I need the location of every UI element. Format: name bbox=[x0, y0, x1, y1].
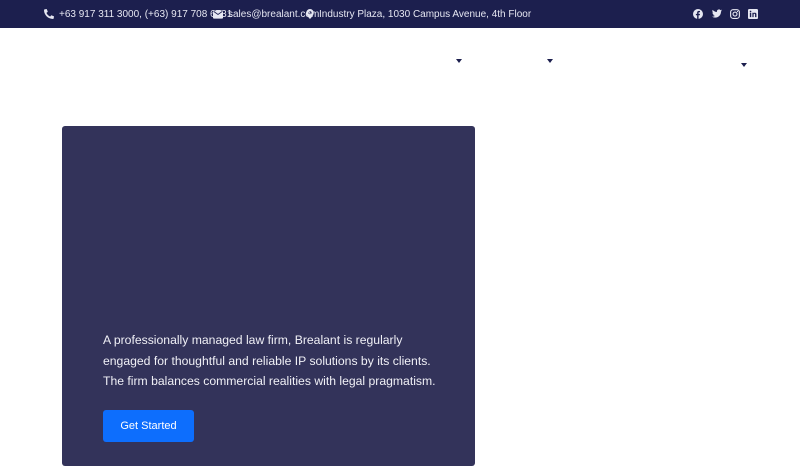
main-navigation bbox=[0, 28, 800, 98]
top-contact-bar: +63 917 311 3000, (+63) 917 708 6731 sal… bbox=[0, 0, 800, 28]
envelope-icon bbox=[213, 9, 223, 19]
instagram-icon[interactable] bbox=[730, 9, 740, 19]
dropdown-caret-icon[interactable] bbox=[547, 59, 553, 63]
facebook-icon[interactable] bbox=[693, 9, 703, 19]
map-marker-icon bbox=[306, 9, 314, 19]
dropdown-caret-icon[interactable] bbox=[741, 63, 747, 67]
linkedin-icon[interactable] bbox=[748, 9, 758, 19]
contact-phone[interactable]: +63 917 311 3000, (+63) 917 708 6731 bbox=[44, 0, 232, 28]
office-address: Industry Plaza, 1030 Campus Avenue, 4th … bbox=[319, 8, 532, 20]
contact-email[interactable]: sales@brealant.com bbox=[213, 0, 319, 28]
get-started-button[interactable]: Get Started bbox=[103, 410, 194, 442]
dropdown-caret-icon[interactable] bbox=[456, 59, 462, 63]
phone-icon bbox=[44, 9, 54, 19]
contact-address: Industry Plaza, 1030 Campus Avenue, 4th … bbox=[306, 0, 531, 28]
hero-card: A professionally managed law firm, Breal… bbox=[62, 126, 475, 466]
hero-description: A professionally managed law firm, Breal… bbox=[103, 333, 436, 388]
twitter-icon[interactable] bbox=[712, 9, 722, 19]
phone-numbers: +63 917 311 3000, (+63) 917 708 6731 bbox=[59, 8, 233, 20]
